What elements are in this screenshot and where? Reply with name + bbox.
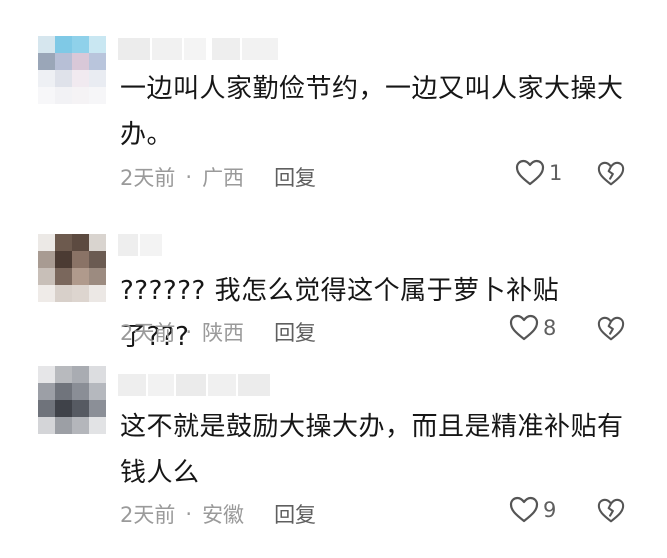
comment-item: ?????? 我怎么觉得这个属于萝卜补贴了??? 2天前 · 陕西 回复 8 [0, 200, 667, 360]
like-button[interactable]: 9 [509, 496, 556, 524]
like-button[interactable]: 1 [515, 159, 562, 187]
comment-text: 一边叫人家勤俭节约，一边又叫人家大操大办。 [120, 74, 624, 150]
comment-item: 一边叫人家勤俭节约，一边又叫人家大操大办。 2天前 · 广西 回复 1 [0, 0, 667, 200]
comment-time: 2天前 [120, 503, 176, 527]
comment-location: 安徽 [202, 503, 245, 527]
avatar[interactable] [38, 36, 106, 104]
like-count: 9 [543, 498, 557, 522]
broken-heart-icon[interactable] [597, 160, 625, 188]
comment-meta: 2天前 · 陕西 回复 [120, 317, 316, 347]
heart-outline-icon [515, 159, 545, 186]
comment-time: 2天前 [120, 166, 176, 190]
meta-separator: · [185, 165, 193, 189]
comment-location: 广西 [202, 166, 245, 190]
broken-heart-icon[interactable] [597, 315, 625, 343]
reply-button[interactable]: 回复 [274, 499, 316, 529]
broken-heart-icon[interactable] [597, 497, 625, 525]
comment-time: 2天前 [120, 321, 176, 345]
username-blurred[interactable] [118, 234, 162, 258]
like-count: 8 [543, 316, 557, 340]
heart-outline-icon [509, 496, 539, 523]
meta-separator: · [185, 502, 193, 526]
comment-text: 这不就是鼓励大操大办，而且是精准补贴有钱人么 [120, 412, 624, 488]
heart-outline-icon [509, 314, 539, 341]
username-blurred[interactable] [118, 38, 278, 62]
comment-meta: 2天前 · 广西 回复 [120, 162, 316, 192]
comment-location: 陕西 [202, 321, 245, 345]
reply-button[interactable]: 回复 [274, 162, 316, 192]
like-count: 1 [549, 161, 563, 185]
avatar[interactable] [38, 234, 106, 302]
comment-meta: 2天前 · 安徽 回复 [120, 499, 316, 529]
avatar[interactable] [38, 366, 106, 434]
comment-item: 这不就是鼓励大操大办，而且是精准补贴有钱人么 2天前 · 安徽 回复 9 [0, 360, 667, 558]
meta-separator: · [185, 320, 193, 344]
like-button[interactable]: 8 [509, 314, 556, 342]
username-blurred[interactable] [118, 374, 270, 398]
reply-button[interactable]: 回复 [274, 317, 316, 347]
